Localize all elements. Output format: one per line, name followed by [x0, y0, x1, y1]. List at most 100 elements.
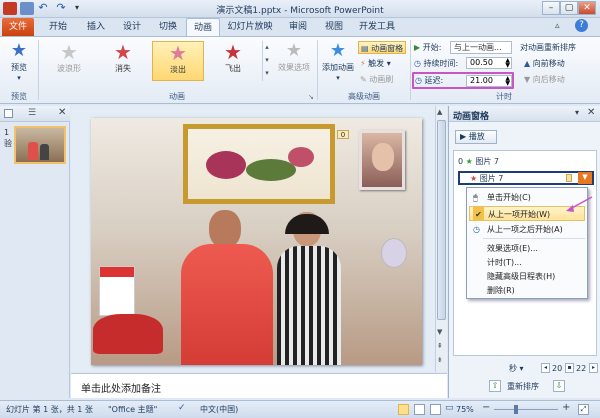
scroll-thumb[interactable]: [437, 120, 446, 320]
effect-fly-in[interactable]: ★ 飞出: [207, 41, 259, 81]
start-label: ▶ 开始:: [414, 41, 441, 54]
zoom-level[interactable]: 75%: [456, 403, 474, 416]
menu-item-remove[interactable]: 删除(R): [469, 283, 585, 298]
effect-options-button[interactable]: ★ 效果选项: [274, 41, 314, 74]
zoom-out-icon[interactable]: −: [482, 402, 490, 413]
effect-fade[interactable]: ★ 淡出: [152, 41, 204, 81]
effect-wave[interactable]: ★ 波浪形: [43, 41, 95, 81]
slide-canvas[interactable]: 0: [91, 118, 422, 365]
spinner-icon[interactable]: ▲ ▼: [505, 76, 511, 87]
delay-input[interactable]: 21.00 ▲ ▼: [466, 75, 512, 87]
calendar-object: [99, 266, 135, 316]
notes-placeholder[interactable]: 单击此处添加备注: [81, 380, 161, 395]
inset-portrait-image[interactable]: [359, 130, 405, 190]
tab-review[interactable]: 审阅: [282, 18, 314, 36]
menu-item-label: 删除(R): [487, 286, 515, 295]
spell-check-icon[interactable]: ✓: [178, 403, 186, 413]
gallery-scroll[interactable]: ▴ ▾ ▾: [262, 41, 271, 81]
ribbon: ★ 预览 ▾ 预览 ★ 波浪形 ★ 消失 ★ 淡出 ★ 飞出 ▴ ▾ ▾ ★ 效果选…: [0, 36, 600, 104]
fit-to-window-icon[interactable]: ⤢: [578, 404, 589, 415]
menu-item-label: 隐藏高级日程表(H): [487, 272, 556, 281]
move-later-button[interactable]: ▼ 向后移动: [524, 73, 565, 86]
tab-view[interactable]: 视图: [318, 18, 350, 36]
reading-view-icon[interactable]: [430, 404, 441, 415]
tab-home[interactable]: 开始: [42, 18, 74, 36]
animation-item[interactable]: 0 ★ 图片 7: [458, 155, 594, 168]
maximize-icon[interactable]: ▢: [560, 1, 578, 15]
tab-insert[interactable]: 插入: [80, 18, 112, 36]
slide-thumbnail[interactable]: [14, 126, 66, 164]
menu-item-label: 从上一项开始(W): [488, 210, 551, 219]
tab-design[interactable]: 设计: [116, 18, 148, 36]
slides-tab-icon[interactable]: [4, 109, 13, 118]
zoom-slider[interactable]: [494, 409, 558, 410]
minimize-ribbon-icon[interactable]: ▵: [555, 21, 560, 31]
chevron-down-icon: ▾: [17, 74, 21, 82]
menu-item-after-previous[interactable]: ◷ 从上一项之后开始(A): [469, 222, 585, 237]
dialog-launcher-icon[interactable]: ↘: [308, 93, 314, 101]
normal-view-icon[interactable]: [398, 404, 409, 415]
chevron-down-icon: ▾: [336, 74, 340, 82]
man-figure: [181, 244, 273, 365]
group-label-preview: 预览: [11, 92, 27, 101]
tab-file[interactable]: 文件: [2, 18, 34, 36]
close-pane-icon[interactable]: ✕: [587, 107, 595, 118]
timeline-tick: 20: [552, 364, 563, 373]
zoom-in-icon[interactable]: +: [562, 402, 570, 413]
trigger-button[interactable]: ⚡ 触发 ▾: [360, 57, 391, 70]
ribbon-tabs: 文件 开始 插入 设计 切换 动画 幻灯片放映 审阅 视图 开发工具 ▵ ?: [0, 18, 600, 36]
seconds-dropdown[interactable]: 秒 ▾: [509, 362, 524, 375]
delay-label-text: 延迟:: [424, 76, 444, 85]
tab-animations[interactable]: 动画: [186, 18, 220, 36]
vertical-scrollbar[interactable]: ▲ ▼ ⇞ ⇟: [435, 106, 447, 372]
group-label-timing: 计时: [496, 92, 512, 101]
item-dropdown-button[interactable]: ▼: [578, 172, 592, 184]
slideshow-icon[interactable]: ▭: [445, 403, 454, 413]
outline-tab-icon[interactable]: ☰: [28, 108, 36, 118]
help-icon[interactable]: ?: [575, 19, 588, 32]
notes-pane[interactable]: 单击此处添加备注: [71, 373, 447, 398]
duration-label: ◷ 持续时间:: [414, 57, 458, 70]
animation-pane-header: 动画窗格 ▾ ✕: [449, 106, 600, 122]
red-decoration: [93, 314, 163, 354]
scroll-up-icon[interactable]: ▲: [437, 108, 442, 116]
close-icon[interactable]: ✕: [578, 1, 596, 15]
menu-item-timing[interactable]: 计时(T)...: [469, 255, 585, 270]
slide-sorter-icon[interactable]: [414, 404, 425, 415]
tab-slideshow[interactable]: 幻灯片放映: [224, 18, 276, 36]
duration-input[interactable]: 00.50 ▲ ▼: [466, 57, 512, 69]
menu-item-hide-timeline[interactable]: 隐藏高级日程表(H): [469, 269, 585, 284]
close-pane-icon[interactable]: ✕: [58, 107, 66, 118]
delay-value: 21.00: [470, 76, 493, 85]
tab-transitions[interactable]: 切换: [152, 18, 184, 36]
painting-flowers: [288, 147, 314, 167]
language[interactable]: 中文(中国): [200, 403, 238, 416]
move-down-icon[interactable]: ⇩: [553, 380, 565, 392]
start-dropdown[interactable]: 与上一动画...: [450, 41, 512, 54]
menu-item-effect-options[interactable]: 效果选项(E)...: [469, 241, 585, 256]
zoom-in-timeline-icon[interactable]: ▸: [589, 363, 598, 373]
timeline-bar: [566, 174, 572, 182]
star-red-icon: ★: [224, 40, 242, 64]
arrow-down-icon: ▼: [524, 75, 531, 84]
previous-slide-icon[interactable]: ⇞: [437, 342, 443, 350]
animation-item-selected[interactable]: ★ 图片 7 ▼: [458, 171, 594, 185]
play-button[interactable]: ▶ 播放: [455, 130, 497, 144]
add-animation-button[interactable]: ★ 添加动画 ▾: [320, 41, 356, 83]
move-earlier-button[interactable]: ▲ 向前移动: [524, 57, 565, 70]
scroll-down-icon[interactable]: ▼: [437, 328, 442, 336]
preview-button[interactable]: ★ 预览 ▾: [4, 41, 34, 83]
next-slide-icon[interactable]: ⇟: [437, 356, 443, 364]
animation-painter-button[interactable]: ✎ 动画刷: [360, 73, 393, 86]
minimize-icon[interactable]: –: [542, 1, 560, 15]
zoom-slider-thumb[interactable]: [514, 405, 518, 414]
move-up-icon[interactable]: ⇧: [489, 380, 501, 392]
effect-disappear[interactable]: ★ 消失: [97, 41, 149, 81]
pane-menu-icon[interactable]: ▾: [575, 108, 579, 117]
spinner-icon[interactable]: ▲ ▼: [505, 58, 511, 69]
calendar-header: [100, 267, 134, 277]
animation-pane-button[interactable]: ▤ 动画窗格: [358, 41, 406, 54]
zoom-out-timeline-icon[interactable]: ◂: [541, 363, 550, 373]
tab-developer[interactable]: 开发工具: [354, 18, 400, 36]
animation-item-name: 图片 7: [475, 157, 499, 166]
